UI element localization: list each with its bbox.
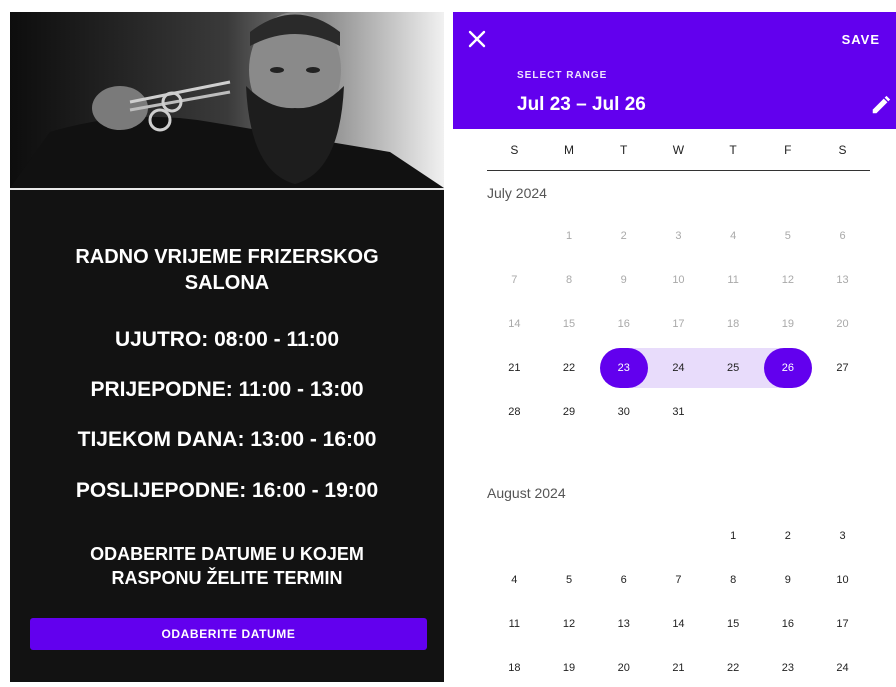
hours-forenoon: PRIJEPODNE: 11:00 - 13:00 [90,378,364,401]
day-august-18[interactable]: 18 [487,646,542,687]
day-august-9[interactable]: 9 [761,558,816,602]
day-august-6[interactable]: 6 [596,558,651,602]
day-august-16[interactable]: 16 [761,602,816,646]
weekday-label: S [510,143,519,157]
day-july-30[interactable]: 30 [596,390,651,434]
weekday-label: T [729,143,737,157]
day-july-15[interactable]: 15 [542,302,597,346]
barber-photo [10,12,444,188]
day-july-29[interactable]: 29 [542,390,597,434]
select-range-label: SELECT RANGE [517,70,608,81]
choose-dates-button[interactable]: ODABERITE DATUME [30,618,427,650]
weekday-label: W [672,143,685,157]
day-july-28[interactable]: 28 [487,390,542,434]
pencil-icon[interactable] [870,94,892,116]
weekday-header: S M T W T F S [487,129,870,171]
day-august-13[interactable]: 13 [596,602,651,646]
picker-header: SAVE SELECT RANGE Jul 23 – Jul 26 [453,12,896,129]
day-august-12[interactable]: 12 [542,602,597,646]
day-july-10[interactable]: 10 [651,258,706,302]
day-july-14[interactable]: 14 [487,302,542,346]
day-july-3[interactable]: 3 [651,214,706,258]
day-july-17[interactable]: 17 [651,302,706,346]
day-july-11[interactable]: 11 [706,258,761,302]
day-august-7[interactable]: 7 [651,558,706,602]
day-august-8[interactable]: 8 [706,558,761,602]
month-title-july: July 2024 [487,185,547,201]
day-july-20[interactable]: 20 [815,302,870,346]
day-august-14[interactable]: 14 [651,602,706,646]
date-range-prompt: ODABERITE DATUME U KOJEM RASPONU ŽELITE … [90,544,364,588]
weekday-label: S [838,143,847,157]
day-august-10[interactable]: 10 [815,558,870,602]
day-july-19[interactable]: 19 [761,302,816,346]
day-july-13[interactable]: 13 [815,258,870,302]
day-august-21[interactable]: 21 [651,646,706,687]
day-july-5[interactable]: 5 [761,214,816,258]
day-july-25[interactable]: 25 [706,346,761,390]
day-july-21[interactable]: 21 [487,346,542,390]
day-august-3[interactable]: 3 [815,514,870,558]
hours-morning: UJUTRO: 08:00 - 11:00 [114,328,340,351]
day-july-7[interactable]: 7 [487,258,542,302]
weekday-label: T [620,143,628,157]
day-july-12[interactable]: 12 [761,258,816,302]
day-august-5[interactable]: 5 [542,558,597,602]
day-july-1[interactable]: 1 [542,214,597,258]
salon-panel: RADNO VRIJEME FRIZERSKOG SALONA UJUTRO: … [10,12,444,682]
day-july-18[interactable]: 18 [706,302,761,346]
hours-afternoon: POSLIJEPODNE: 16:00 - 19:00 [75,479,379,502]
day-july-16[interactable]: 16 [596,302,651,346]
day-july-6[interactable]: 6 [815,214,870,258]
day-july-31[interactable]: 31 [651,390,706,434]
day-august-17[interactable]: 17 [815,602,870,646]
day-august-4[interactable]: 4 [487,558,542,602]
day-august-24[interactable]: 24 [815,646,870,687]
weekday-label: F [784,143,792,157]
day-august-20[interactable]: 20 [596,646,651,687]
hours-day: TIJEKOM DANA: 13:00 - 16:00 [77,428,377,451]
day-july-27[interactable]: 27 [815,346,870,390]
day-july-2[interactable]: 2 [596,214,651,258]
weekday-label: M [564,143,575,157]
day-august-11[interactable]: 11 [487,602,542,646]
selected-day[interactable]: 23 [599,348,648,388]
hours-title: RADNO VRIJEME FRIZERSKOG SALONA [75,246,379,294]
day-july-24[interactable]: 24 [651,346,706,390]
day-july-22[interactable]: 22 [542,346,597,390]
selected-day[interactable]: 26 [763,348,812,388]
photo-divider [10,188,444,190]
day-august-15[interactable]: 15 [706,602,761,646]
selected-range-text: Jul 23 – Jul 26 [517,94,646,115]
day-july-4[interactable]: 4 [706,214,761,258]
save-button[interactable]: SAVE [842,32,880,47]
day-august-1[interactable]: 1 [706,514,761,558]
date-range-picker: SAVE SELECT RANGE Jul 23 – Jul 26 S M T … [453,12,896,687]
close-icon[interactable] [465,27,489,51]
day-august-23[interactable]: 23 [761,646,816,687]
day-july-9[interactable]: 9 [596,258,651,302]
day-august-19[interactable]: 19 [542,646,597,687]
day-august-2[interactable]: 2 [761,514,816,558]
month-title-august: August 2024 [487,485,566,501]
day-july-8[interactable]: 8 [542,258,597,302]
day-august-22[interactable]: 22 [706,646,761,687]
